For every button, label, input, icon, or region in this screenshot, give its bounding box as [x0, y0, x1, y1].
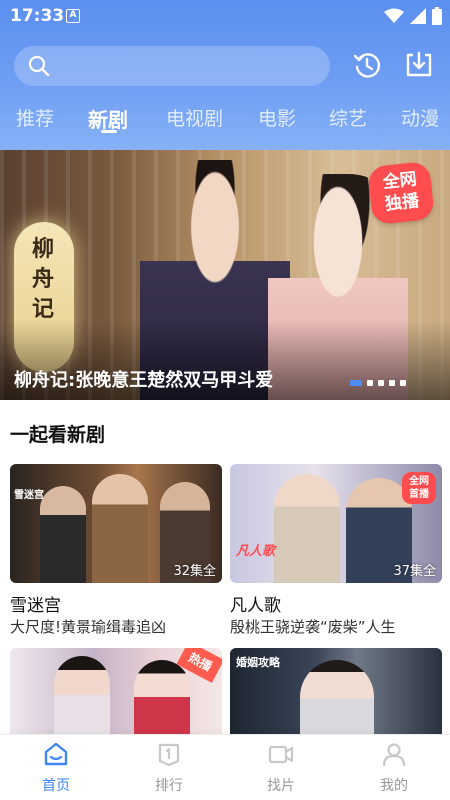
- carousel-dot[interactable]: [367, 380, 373, 386]
- tab-recommend[interactable]: 推荐: [16, 104, 54, 131]
- status-bar: 17:33 A: [0, 0, 450, 32]
- wifi-icon: [384, 8, 404, 23]
- carousel-dots: [350, 380, 406, 386]
- drama-description: 大尺度!黄景瑜缉毒追凶: [10, 618, 167, 636]
- search-input[interactable]: [14, 46, 330, 86]
- ranking-icon: [158, 743, 180, 767]
- poster-logo: 雪迷宫: [14, 490, 44, 501]
- category-tabs: 推荐 新剧 电视剧 电影 综艺 动漫: [0, 100, 450, 140]
- banner-poster-text: 柳舟记: [31, 236, 54, 322]
- search-row: [0, 46, 450, 88]
- drama-title: 雪迷宫: [10, 596, 61, 616]
- section-title: 一起看新剧: [10, 424, 106, 446]
- exclusive-badge: 全网 独播: [367, 160, 435, 226]
- carousel-dot[interactable]: [389, 380, 395, 386]
- hero-banner[interactable]: 柳舟记 全网 独播 柳舟记:张晚意王楚然双马甲斗爱: [0, 150, 450, 400]
- signal-icon: [410, 8, 426, 24]
- drama-poster: 凡人歌 全网 首播 37集全: [230, 464, 442, 583]
- active-tab-indicator: [101, 130, 117, 133]
- battery-icon: [432, 7, 442, 25]
- nav-label: 我的: [380, 778, 408, 794]
- drama-poster: 热播: [10, 648, 222, 734]
- drama-poster: 雪迷宫 32集全: [10, 464, 222, 583]
- download-button[interactable]: [404, 50, 434, 84]
- notification-icon: A: [66, 9, 80, 23]
- carousel-dot[interactable]: [350, 380, 362, 386]
- nav-home[interactable]: 首页: [26, 741, 86, 795]
- nav-profile[interactable]: 我的: [364, 741, 424, 795]
- nav-label: 首页: [42, 778, 70, 794]
- banner-title: 柳舟记:张晚意王楚然双马甲斗爱: [14, 370, 274, 391]
- nav-label: 排行: [155, 778, 183, 794]
- carousel-dot[interactable]: [378, 380, 384, 386]
- tab-new-drama[interactable]: 新剧: [88, 104, 128, 133]
- nav-label: 找片: [267, 778, 295, 794]
- home-icon: [44, 742, 68, 766]
- poster-logo: 婚姻攻略: [236, 656, 280, 669]
- history-icon: [353, 53, 381, 78]
- nav-ranking[interactable]: 排行: [139, 741, 199, 795]
- download-icon: [406, 51, 432, 77]
- tab-anime[interactable]: 动漫: [401, 104, 439, 131]
- episode-count: 37集全: [393, 564, 436, 579]
- video-camera-icon: [268, 745, 294, 764]
- status-icons: [384, 7, 442, 25]
- history-button[interactable]: [352, 50, 382, 84]
- tab-variety[interactable]: 综艺: [329, 104, 367, 131]
- carousel-dot[interactable]: [400, 380, 406, 386]
- episode-count: 32集全: [173, 564, 216, 579]
- profile-icon: [382, 743, 406, 767]
- tab-movies[interactable]: 电影: [258, 104, 296, 131]
- tab-tv-series[interactable]: 电视剧: [166, 104, 223, 131]
- status-time: 17:33: [10, 6, 65, 26]
- drama-description: 殷桃王骁逆袭“废柴”人生: [230, 618, 396, 636]
- premiere-badge: 全网 首播: [402, 472, 436, 504]
- poster-logo: 凡人歌: [236, 544, 276, 559]
- drama-title: 凡人歌: [230, 596, 281, 616]
- drama-poster: 婚姻攻略: [230, 648, 442, 734]
- nav-find[interactable]: 找片: [251, 741, 311, 795]
- search-icon: [28, 55, 50, 77]
- bottom-navigation: 首页 排行 找片 我的: [0, 734, 450, 800]
